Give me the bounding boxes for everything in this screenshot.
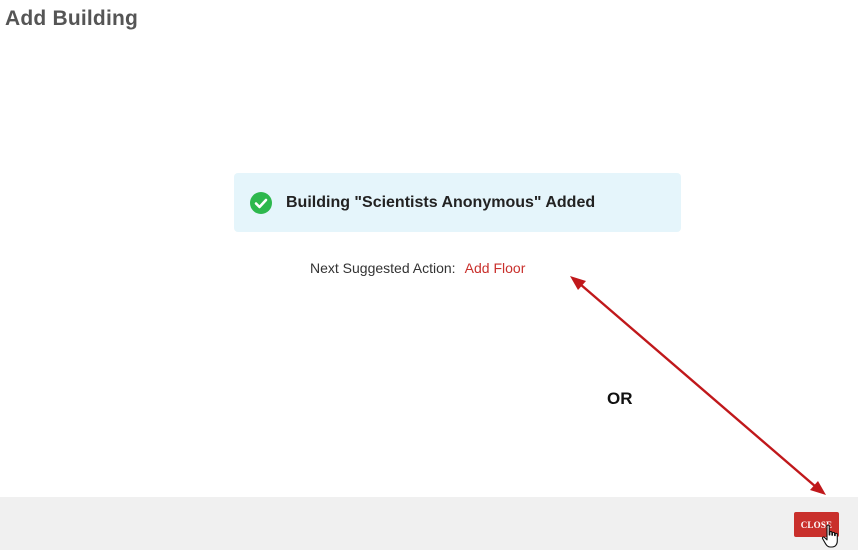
add-floor-link[interactable]: Add Floor [465,260,526,276]
close-button[interactable]: CLOSE [794,512,839,537]
check-circle-icon [250,191,272,214]
next-action-label: Next Suggested Action: [310,260,456,276]
or-annotation: OR [607,389,633,408]
success-banner: Building "Scientists Anonymous" Added [234,173,681,232]
dialog-title: Add Building [5,7,139,30]
dialog-footer [0,497,858,550]
banner-message: Building "Scientists Anonymous" Added [286,193,596,211]
next-suggested-action: Next Suggested Action: Add Floor [310,260,525,276]
